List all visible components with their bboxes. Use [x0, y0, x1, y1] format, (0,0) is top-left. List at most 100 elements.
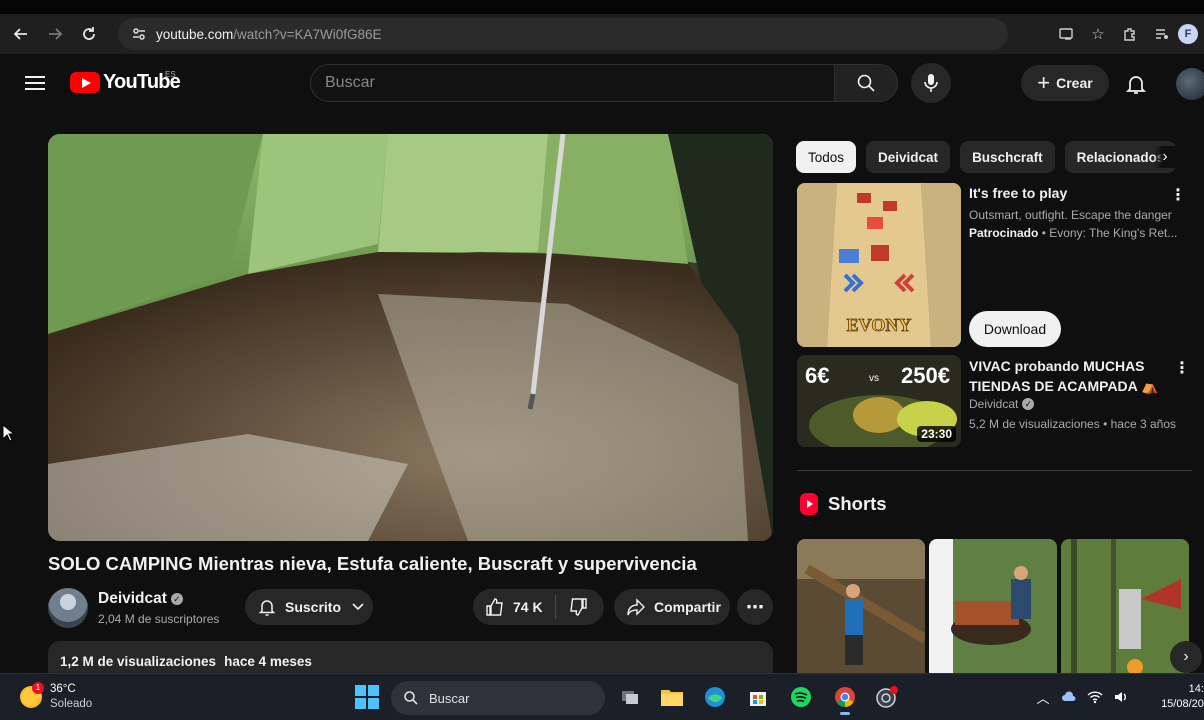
shorts-logo-icon	[800, 493, 818, 515]
ad-thumbnail[interactable]: EVONY	[797, 183, 961, 347]
verified-badge-icon: ✓	[1022, 398, 1035, 410]
weather-widget[interactable]: 1 36°C Soleado	[20, 682, 92, 712]
subscribed-button[interactable]: Suscrito	[245, 589, 373, 625]
ad-game-artwork: EVONY	[797, 183, 961, 347]
menu-icon[interactable]	[22, 72, 48, 94]
shorts-next-button[interactable]: ›	[1170, 641, 1202, 673]
address-bar[interactable]: youtube.com/watch?v=KA7Wi0fG86E	[118, 18, 1008, 50]
like-count[interactable]: 74 K	[513, 599, 543, 615]
recommended-meta: 5,2 M de visualizaciones • hace 3 años	[969, 417, 1176, 431]
recommended-title[interactable]: VIVAC probando MUCHAS TIENDAS DE ACAMPAD…	[969, 356, 1169, 396]
media-queue-icon[interactable]	[1146, 18, 1178, 50]
reload-button[interactable]	[72, 17, 106, 51]
search-input[interactable]	[310, 64, 834, 102]
youtube-play-icon	[70, 72, 100, 93]
reload-icon	[83, 27, 95, 40]
short-thumb-outdoor-oven	[929, 539, 1057, 673]
system-tray: ︿	[1030, 685, 1134, 709]
url-text: youtube.com/watch?v=KA7Wi0fG86E	[156, 26, 382, 42]
short-item[interactable]	[929, 539, 1057, 673]
browser-tab-strip	[0, 0, 1204, 14]
search-box	[310, 64, 898, 102]
browser-toolbar: youtube.com/watch?v=KA7Wi0fG86E ☆ F	[0, 14, 1204, 54]
channel-avatar[interactable]	[48, 588, 88, 628]
chevron-right-icon: ›	[1183, 648, 1189, 665]
cloud-sync-icon[interactable]	[1056, 685, 1082, 709]
more-actions-button[interactable]: ⋯	[737, 589, 773, 625]
bell-icon	[258, 600, 276, 616]
arrow-right-icon	[49, 28, 63, 40]
ad-description: Outsmart, outfight. Escape the danger	[969, 208, 1172, 222]
video-duration-badge: 23:30	[917, 426, 956, 442]
subscriber-count: 2,04 M de suscriptores	[98, 612, 220, 626]
forward-button[interactable]	[38, 17, 72, 51]
browser-profile-avatar[interactable]: F	[1178, 24, 1198, 44]
wifi-icon[interactable]	[1082, 685, 1108, 709]
thumb-price-high: 250€	[901, 363, 950, 388]
youtube-masthead: YouTube ES + Crear	[0, 54, 1204, 112]
site-settings-icon[interactable]	[128, 23, 150, 45]
ad-options-kebab-icon[interactable]: ⋮	[1170, 185, 1186, 205]
verified-badge-icon: ✓	[170, 593, 183, 605]
weather-badge: 1	[32, 682, 44, 694]
search-icon	[404, 691, 418, 705]
video-player[interactable]	[48, 134, 773, 541]
task-view-icon[interactable]	[615, 682, 645, 712]
windows-start-icon[interactable]	[355, 685, 379, 709]
recording-app-icon[interactable]	[872, 682, 902, 712]
cast-icon[interactable]	[1050, 18, 1082, 50]
share-button[interactable]: Compartir	[614, 589, 730, 625]
video-frame-tent-interior	[48, 134, 773, 541]
extensions-icon[interactable]	[1114, 18, 1146, 50]
upload-age: hace 4 meses	[224, 654, 312, 669]
sponsored-label: Patrocinado	[969, 226, 1039, 240]
create-button[interactable]: + Crear	[1021, 65, 1109, 101]
short-item[interactable]	[797, 539, 925, 673]
share-arrow-icon	[627, 598, 645, 616]
view-count: 1,2 M de visualizaciones	[60, 654, 217, 669]
back-button[interactable]	[4, 17, 38, 51]
chip-deividcat[interactable]: Deividcat	[866, 141, 951, 173]
ad-download-button[interactable]: Download	[969, 311, 1061, 347]
clock-date: 15/08/202	[1161, 698, 1204, 710]
account-avatar[interactable]	[1176, 68, 1204, 100]
microsoft-store-icon[interactable]	[743, 682, 773, 712]
video-owner-row: Deividcat ✓ 2,04 M de suscriptores Suscri…	[48, 588, 773, 628]
short-thumb-log-carry	[797, 539, 925, 673]
sun-icon: 1	[20, 682, 44, 708]
like-dislike-group: 74 K	[473, 589, 604, 625]
chip-todos[interactable]: Todos	[796, 141, 857, 173]
video-title: SOLO CAMPING Mientras nieva, Estufa cali…	[48, 553, 697, 574]
ad-title[interactable]: It's free to play	[969, 185, 1067, 201]
thumb-vs: vs	[869, 373, 879, 384]
search-icon	[857, 74, 875, 92]
like-divider	[554, 595, 556, 619]
recommended-channel[interactable]: Deividcat ✓	[969, 397, 1035, 411]
ad-sponsor-line: Patrocinado • Evony: The King's Ret...	[969, 226, 1177, 240]
clock-time: 14:0	[1188, 683, 1204, 695]
shorts-title: Shorts	[828, 493, 887, 514]
bookmark-star-icon[interactable]: ☆	[1082, 18, 1114, 50]
chips-next-chevron-icon[interactable]: ›	[1154, 146, 1176, 168]
edge-browser-icon[interactable]	[700, 682, 730, 712]
arrow-left-icon	[13, 28, 27, 40]
notifications-bell-icon[interactable]	[1122, 70, 1150, 98]
like-thumb-icon[interactable]	[485, 597, 505, 617]
channel-name[interactable]: Deividcat ✓	[98, 590, 183, 608]
file-explorer-icon[interactable]	[657, 682, 687, 712]
chip-buschcraft[interactable]: Buschcraft	[960, 141, 1055, 173]
recommended-thumbnail[interactable]: 6€ vs 250€ 23:30	[797, 355, 961, 447]
weather-condition: Soleado	[50, 698, 93, 710]
spotify-icon[interactable]	[786, 682, 816, 712]
volume-icon[interactable]	[1108, 685, 1134, 709]
chrome-browser-icon[interactable]	[830, 682, 860, 715]
system-clock[interactable]: 14:0 15/08/202	[1150, 682, 1204, 712]
windows-taskbar: 1 36°C Soleado Buscar ︿ 14: 15/08/20	[0, 673, 1204, 720]
voice-search-button[interactable]	[911, 63, 951, 103]
search-button[interactable]	[834, 64, 898, 102]
youtube-logo[interactable]: YouTube	[70, 71, 181, 94]
dislike-thumb-icon[interactable]	[568, 597, 588, 617]
taskbar-search[interactable]: Buscar	[391, 681, 605, 715]
recommended-options-kebab-icon[interactable]: ⋮	[1174, 358, 1190, 378]
chevron-up-icon[interactable]: ︿	[1030, 685, 1056, 709]
